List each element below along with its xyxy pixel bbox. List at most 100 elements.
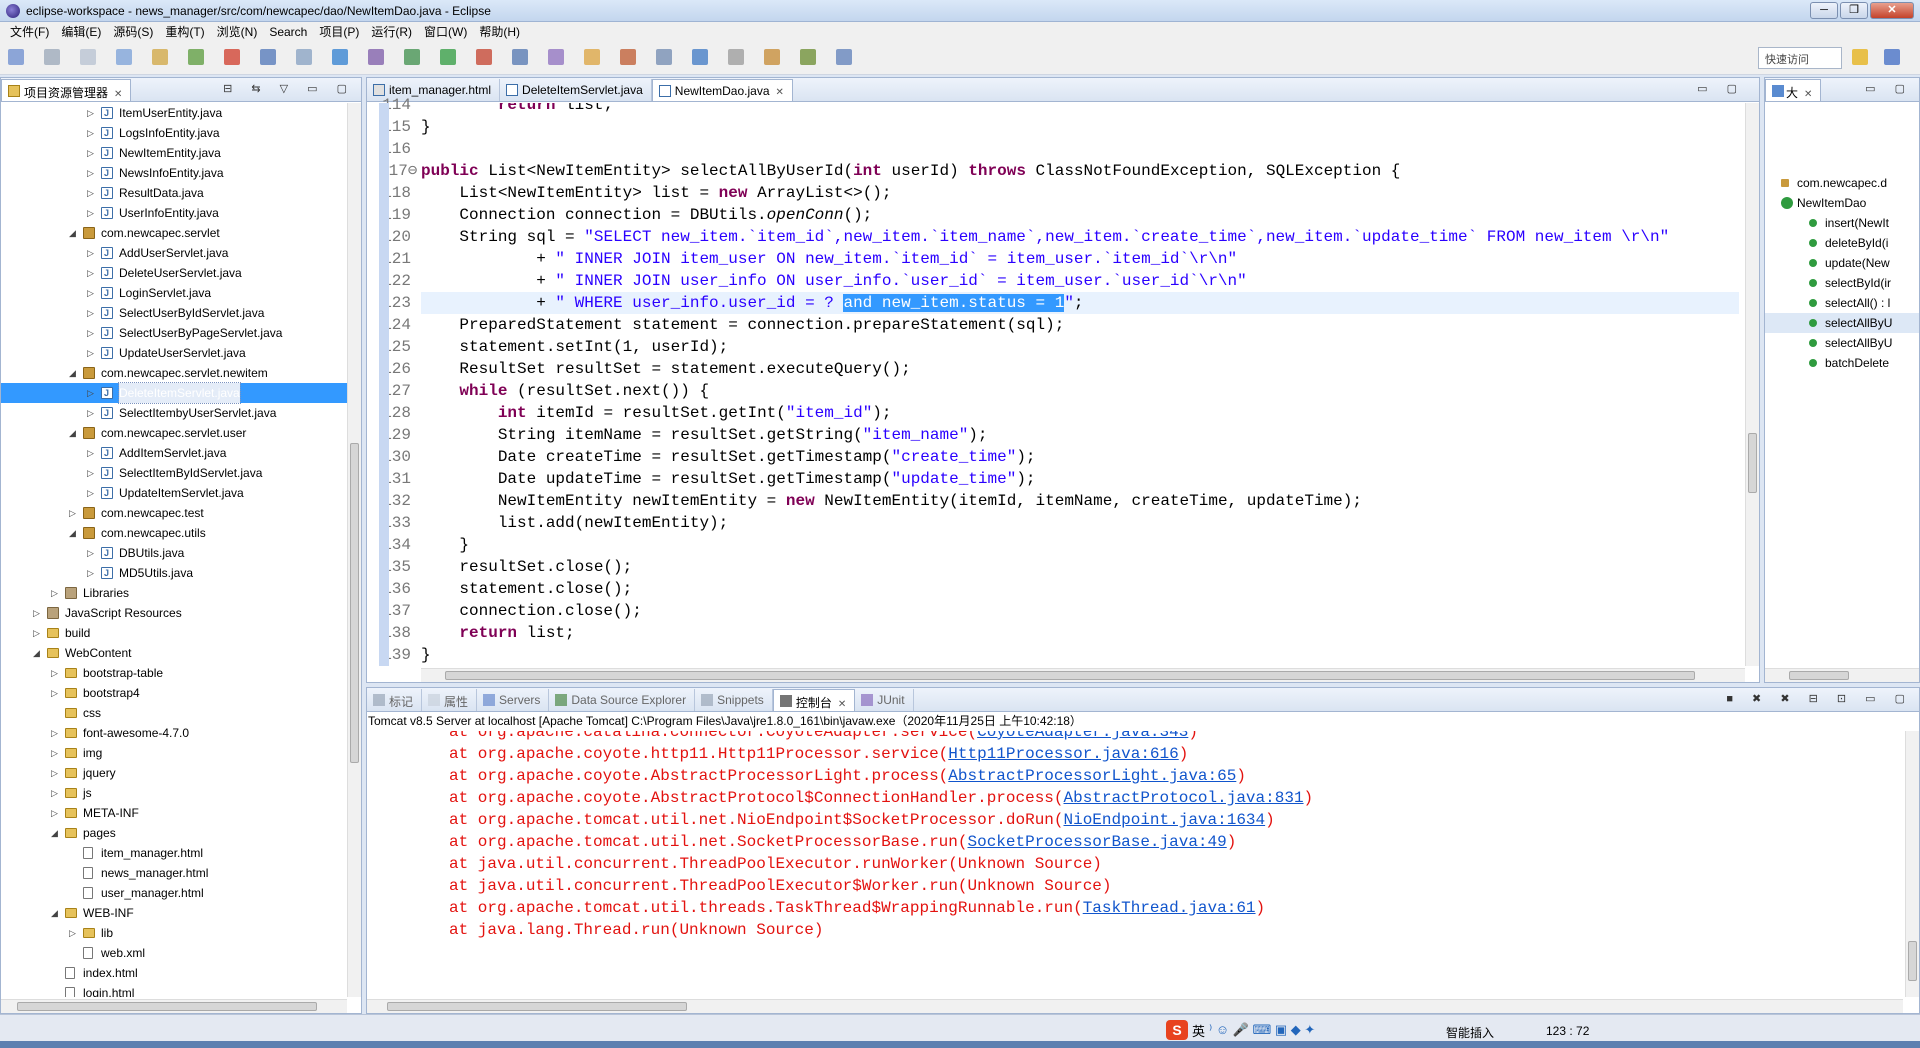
tree-item[interactable]: ▷ com.newcapec.test (1, 503, 347, 523)
toolbar-icon[interactable] (728, 49, 744, 65)
expand-toggle-icon[interactable]: ▷ (87, 163, 97, 183)
expand-toggle-icon[interactable]: ◢ (69, 523, 79, 543)
expand-toggle-icon[interactable]: ▷ (87, 383, 97, 403)
toolbar-icon[interactable] (584, 49, 600, 65)
tree-item[interactable]: ◢ pages (1, 823, 347, 843)
tree-item[interactable]: ▷ bootstrap4 (1, 683, 347, 703)
perspective-icon[interactable] (1852, 49, 1868, 65)
menu-item[interactable]: 编辑(E) (55, 23, 107, 40)
expand-toggle-icon[interactable]: ▷ (87, 143, 97, 163)
code-line[interactable]: String sql = "SELECT new_item.`item_id`,… (421, 226, 1739, 248)
tree-item[interactable]: ▷ ResultData.java (1, 183, 347, 203)
source-link[interactable]: TaskThread.java:61 (1083, 899, 1256, 917)
tree-item[interactable]: ◢ com.newcapec.utils (1, 523, 347, 543)
expand-toggle-icon[interactable]: ▷ (87, 123, 97, 143)
tree-item[interactable]: ▷ ItemUserEntity.java (1, 103, 347, 123)
expand-toggle-icon[interactable]: ▷ (87, 183, 97, 203)
editor-tab[interactable]: DeleteItemServlet.java (500, 79, 652, 101)
toolbar-icon[interactable] (8, 49, 24, 65)
code-line[interactable]: + " WHERE user_info.user_id = ? and new_… (421, 292, 1739, 314)
expand-toggle-icon[interactable]: ▷ (33, 603, 43, 623)
toolbar-icon[interactable] (620, 49, 636, 65)
code-line[interactable]: NewItemEntity newItemEntity = new NewIte… (421, 490, 1739, 512)
tree-item[interactable]: ▷ img (1, 743, 347, 763)
tree-item[interactable]: ▷ MD5Utils.java (1, 563, 347, 583)
code-area[interactable]: return list;} public List<NewItemEntity> … (421, 103, 1739, 666)
code-line[interactable]: ResultSet resultSet = statement.executeQ… (421, 358, 1739, 380)
expand-toggle-icon[interactable]: ▷ (51, 743, 61, 763)
expand-toggle-icon[interactable]: ▷ (51, 583, 61, 603)
source-link[interactable]: NioEndpoint.java:1634 (1064, 811, 1266, 829)
source-link[interactable]: Http11Processor.java:616 (948, 745, 1178, 763)
vertical-scrollbar[interactable] (347, 103, 361, 997)
code-line[interactable]: statement.setInt(1, userId); (421, 336, 1739, 358)
tree-item[interactable]: ▷ DeleteItemServlet.java (1, 382, 347, 404)
tree-item[interactable]: ▷ bootstrap-table (1, 663, 347, 683)
expand-toggle-icon[interactable]: ▷ (87, 103, 97, 123)
expand-toggle-icon[interactable]: ▷ (87, 323, 97, 343)
console-tab[interactable]: JUnit (855, 689, 914, 711)
expand-toggle-icon[interactable]: ▷ (87, 403, 97, 423)
toolbar-icon[interactable] (116, 49, 132, 65)
console-tab[interactable]: 标记 (367, 689, 423, 711)
tree-item[interactable]: ▷ font-awesome-4.7.0 (1, 723, 347, 743)
tree-item[interactable]: ▷ NewsInfoEntity.java (1, 163, 347, 183)
outline-item[interactable]: update(New (1765, 253, 1919, 273)
toolbar-icon[interactable] (224, 49, 240, 65)
tree-item[interactable]: css (1, 703, 347, 723)
tree-item[interactable]: ▷ META-INF (1, 803, 347, 823)
close-button[interactable]: ✕ (1870, 2, 1914, 19)
expand-toggle-icon[interactable]: ◢ (69, 223, 79, 243)
tree-item[interactable]: ▷ DBUtils.java (1, 543, 347, 563)
tree-item[interactable]: ▷ DeleteUserServlet.java (1, 263, 347, 283)
console-output[interactable]: at org.apache.catalina.connector.CoyoteA… (367, 731, 1903, 997)
toolbar-icon[interactable] (440, 49, 456, 65)
tree-item[interactable]: index.html (1, 963, 347, 983)
code-line[interactable]: + " INNER JOIN item_user ON new_item.`it… (421, 248, 1739, 270)
tree-item[interactable]: news_manager.html (1, 863, 347, 883)
code-line[interactable]: list.add(newItemEntity); (421, 512, 1739, 534)
expand-toggle-icon[interactable]: ▷ (87, 463, 97, 483)
expand-toggle-icon[interactable]: ▷ (87, 563, 97, 583)
minimize-button[interactable]: ─ (1810, 2, 1838, 19)
tree-item[interactable]: ▷ SelectUserByPageServlet.java (1, 323, 347, 343)
code-line[interactable]: public List<NewItemEntity> selectAllByUs… (421, 160, 1739, 182)
horizontal-scrollbar[interactable] (1765, 668, 1919, 682)
horizontal-scrollbar[interactable] (367, 999, 1903, 1013)
close-icon[interactable]: ✕ (114, 89, 122, 100)
view-controls[interactable]: ▭ ▢ (1697, 82, 1745, 95)
menu-item[interactable]: 运行(R) (365, 23, 418, 40)
toolbar-icon[interactable] (404, 49, 420, 65)
code-line[interactable]: return list; (421, 622, 1739, 644)
tree-item[interactable]: ▷ jquery (1, 763, 347, 783)
tree-item[interactable]: ◢ WEB-INF (1, 903, 347, 923)
expand-toggle-icon[interactable]: ▷ (69, 503, 79, 523)
expand-toggle-icon[interactable]: ▷ (87, 243, 97, 263)
code-line[interactable]: } (421, 644, 1739, 666)
outline-item[interactable]: selectAllByU (1765, 333, 1919, 353)
outline-item[interactable]: batchDelete (1765, 353, 1919, 373)
toolbar-icon[interactable] (764, 49, 780, 65)
code-line[interactable]: connection.close(); (421, 600, 1739, 622)
vertical-scrollbar[interactable] (1745, 103, 1759, 666)
close-icon[interactable]: ✕ (776, 87, 784, 98)
tree-item[interactable]: ▷ js (1, 783, 347, 803)
tree-item[interactable]: ▷ JavaScript Resources (1, 603, 347, 623)
source-link[interactable]: AbstractProtocol.java:831 (1064, 789, 1304, 807)
expand-toggle-icon[interactable]: ▷ (87, 283, 97, 303)
source-link[interactable]: AbstractProcessorLight.java:65 (948, 767, 1236, 785)
tree-item[interactable]: ▷ SelectItemByIdServlet.java (1, 463, 347, 483)
view-controls[interactable]: ⊟ ⇆ ▽ ▭ ▢ (223, 82, 355, 95)
tree-item[interactable]: ▷ UpdateItemServlet.java (1, 483, 347, 503)
tree-item[interactable]: ▷ AddItemServlet.java (1, 443, 347, 463)
tree-item[interactable]: user_manager.html (1, 883, 347, 903)
horizontal-scrollbar[interactable] (1, 999, 347, 1013)
code-line[interactable]: Connection connection = DBUtils.openConn… (421, 204, 1739, 226)
expand-toggle-icon[interactable]: ▷ (87, 263, 97, 283)
tree-item[interactable]: ▷ build (1, 623, 347, 643)
toolbar-icon[interactable] (512, 49, 528, 65)
toolbar-icon[interactable] (800, 49, 816, 65)
toolbar-icon[interactable] (296, 49, 312, 65)
console-tab[interactable]: Snippets (695, 689, 773, 711)
expand-toggle-icon[interactable]: ▷ (87, 203, 97, 223)
